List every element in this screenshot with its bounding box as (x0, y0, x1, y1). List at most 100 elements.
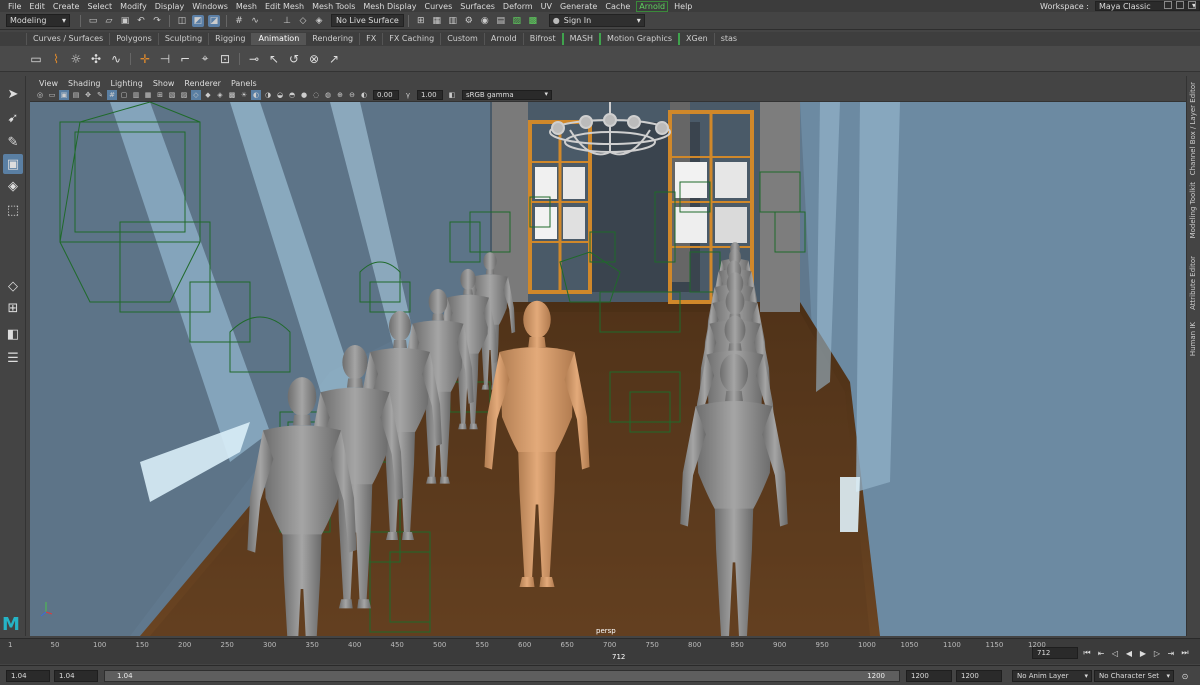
menu-file[interactable]: File (4, 2, 25, 11)
field-chart-icon[interactable]: ⊞ (155, 90, 165, 100)
smooth-shade-icon[interactable]: ◆ (203, 90, 213, 100)
shelf-tab-sculpting[interactable]: Sculpting (157, 33, 208, 45)
current-frame-field[interactable]: 712 (1032, 647, 1078, 659)
menu-edit-mesh[interactable]: Edit Mesh (261, 2, 308, 11)
shelf-tab-animation[interactable]: Animation (251, 33, 306, 45)
auto-key-icon[interactable]: ⊙ (1178, 670, 1192, 682)
input-ops-icon[interactable]: ⊞ (415, 15, 427, 27)
menu-cache[interactable]: Cache (601, 2, 634, 11)
menu-uv[interactable]: UV (537, 2, 556, 11)
textured-icon[interactable]: ▩ (227, 90, 237, 100)
time-ruler[interactable]: 1 50 100 150 200 250 300 350 400 450 500 550 600 650 7… (8, 639, 1046, 665)
new-scene-icon[interactable]: ▭ (87, 15, 99, 27)
lattice-icon[interactable]: ⊡ (216, 50, 234, 68)
bookmark-icon[interactable]: ▣ (59, 90, 69, 100)
grease-pencil-icon[interactable]: ✎ (95, 90, 105, 100)
shelf-tab-rendering[interactable]: Rendering (305, 33, 359, 45)
menu-surfaces[interactable]: Surfaces (456, 2, 499, 11)
render-frame-icon[interactable]: ▦ (431, 15, 443, 27)
constraint-parent-icon[interactable]: ↗ (325, 50, 343, 68)
step-back-frame-icon[interactable]: ◁ (1108, 647, 1122, 659)
step-back-key-icon[interactable]: ⇤ (1094, 647, 1108, 659)
xray-joints-icon[interactable]: ⊕ (335, 90, 345, 100)
shelf-tab-rigging[interactable]: Rigging (208, 33, 251, 45)
anti-aliasing-icon[interactable]: ◓ (287, 90, 297, 100)
bind-skin-icon[interactable]: ⌐ (176, 50, 194, 68)
select-tool-icon[interactable]: ➤ (3, 84, 23, 104)
grid-icon[interactable]: # (107, 90, 117, 100)
go-to-end-icon[interactable]: ⏭ (1178, 647, 1192, 659)
playback-end-field[interactable]: 1200 (906, 670, 952, 682)
menu-create[interactable]: Create (49, 2, 84, 11)
menu-set-select[interactable]: Modeling (6, 14, 70, 27)
gate-mask-icon[interactable]: ▦ (143, 90, 153, 100)
attribute-editor-tab[interactable]: Attribute Editor (1189, 256, 1197, 310)
use-all-lights-icon[interactable]: ☀ (239, 90, 249, 100)
panel-menu-view[interactable]: View (34, 79, 63, 88)
panel-menu-lighting[interactable]: Lighting (105, 79, 147, 88)
render-view-icon[interactable]: ▤ (495, 15, 507, 27)
snap-curve-icon[interactable]: ∿ (249, 15, 261, 27)
live-surface-field[interactable]: No Live Surface (331, 14, 404, 27)
constraint-point-icon[interactable]: ⊸ (245, 50, 263, 68)
modeling-toolkit-tab[interactable]: Modeling Toolkit (1189, 182, 1197, 238)
character-set-select[interactable]: No Character Set (1094, 670, 1174, 682)
shelf-tab-curves-surfaces[interactable]: Curves / Surfaces (26, 33, 109, 45)
lasso-tool-icon[interactable]: ➹ (3, 108, 23, 128)
wireframe-icon[interactable]: ◇ (191, 90, 201, 100)
constraint-orient-icon[interactable]: ↺ (285, 50, 303, 68)
go-to-start-icon[interactable]: ⏮ (1080, 647, 1094, 659)
save-scene-icon[interactable]: ▣ (119, 15, 131, 27)
menu-mesh-tools[interactable]: Mesh Tools (308, 2, 359, 11)
gamma-field[interactable]: 1.00 (417, 90, 443, 100)
shelf-tab-arnold[interactable]: Arnold (483, 33, 523, 45)
shelf-tab-bifrost[interactable]: Bifrost (522, 33, 562, 45)
sign-in-button[interactable]: Sign In (548, 14, 645, 27)
persp-outliner-icon[interactable]: ◧ (3, 324, 23, 344)
select-component-icon[interactable]: ◪ (208, 14, 220, 27)
paint-select-icon[interactable]: ✎ (3, 132, 23, 152)
menu-modify[interactable]: Modify (116, 2, 151, 11)
menu-generate[interactable]: Generate (556, 2, 601, 11)
menu-curves[interactable]: Curves (420, 2, 456, 11)
time-slider[interactable]: 1 50 100 150 200 250 300 350 400 450 500 550 600 650 7… (0, 638, 1200, 664)
anim-layer-select[interactable]: No Anim Layer (1012, 670, 1092, 682)
shelf-tab-mash[interactable]: MASH (561, 33, 599, 45)
step-forward-frame-icon[interactable]: ▷ (1150, 647, 1164, 659)
redo-icon[interactable]: ↷ (151, 15, 163, 27)
snap-grid-icon[interactable]: # (233, 15, 245, 27)
unghost-icon[interactable]: ✣ (87, 50, 105, 68)
shadows-icon[interactable]: ◐ (251, 90, 261, 100)
menu-windows[interactable]: Windows (188, 2, 232, 11)
panel-menu-show[interactable]: Show (148, 79, 180, 88)
move-tool-icon[interactable]: ▣ (3, 154, 23, 174)
two-d-pan-icon[interactable]: ✥ (83, 90, 93, 100)
color-management-icon[interactable]: ◧ (447, 90, 457, 100)
arnold-ipr-icon[interactable]: ▩ (527, 15, 539, 27)
shelf-tab-fx[interactable]: FX (359, 33, 382, 45)
ik-handle-icon[interactable]: ⊣ (156, 50, 174, 68)
joint-tool-icon[interactable]: ✛ (136, 50, 154, 68)
motion-blur-icon[interactable]: ◒ (275, 90, 285, 100)
view-transform-select[interactable]: sRGB gamma (462, 90, 552, 100)
menu-deform[interactable]: Deform (499, 2, 537, 11)
resolution-gate-icon[interactable]: ▥ (131, 90, 141, 100)
cluster-icon[interactable]: ⌖ (196, 50, 214, 68)
menu-edit[interactable]: Edit (25, 2, 49, 11)
layout-toggle-icon[interactable] (1176, 1, 1184, 9)
play-backward-icon[interactable]: ◀ (1122, 647, 1136, 659)
select-object-icon[interactable]: ◩ (192, 14, 204, 27)
play-forward-icon[interactable]: ▶ (1136, 647, 1150, 659)
constraint-scale-icon[interactable]: ⊗ (305, 50, 323, 68)
panel-toggle-icon[interactable] (1164, 1, 1172, 9)
menu-mesh[interactable]: Mesh (232, 2, 261, 11)
depth-of-field-icon[interactable]: ● (299, 90, 309, 100)
panel-menu-renderer[interactable]: Renderer (179, 79, 226, 88)
menu-select[interactable]: Select (83, 2, 116, 11)
camera-attrs-icon[interactable]: ▭ (47, 90, 57, 100)
shelf-tab-polygons[interactable]: Polygons (109, 33, 158, 45)
undo-icon[interactable]: ↶ (135, 15, 147, 27)
panel-menu-shading[interactable]: Shading (63, 79, 106, 88)
ghost-icon[interactable]: ☼ (67, 50, 85, 68)
playblast-icon[interactable]: ▭ (27, 50, 45, 68)
